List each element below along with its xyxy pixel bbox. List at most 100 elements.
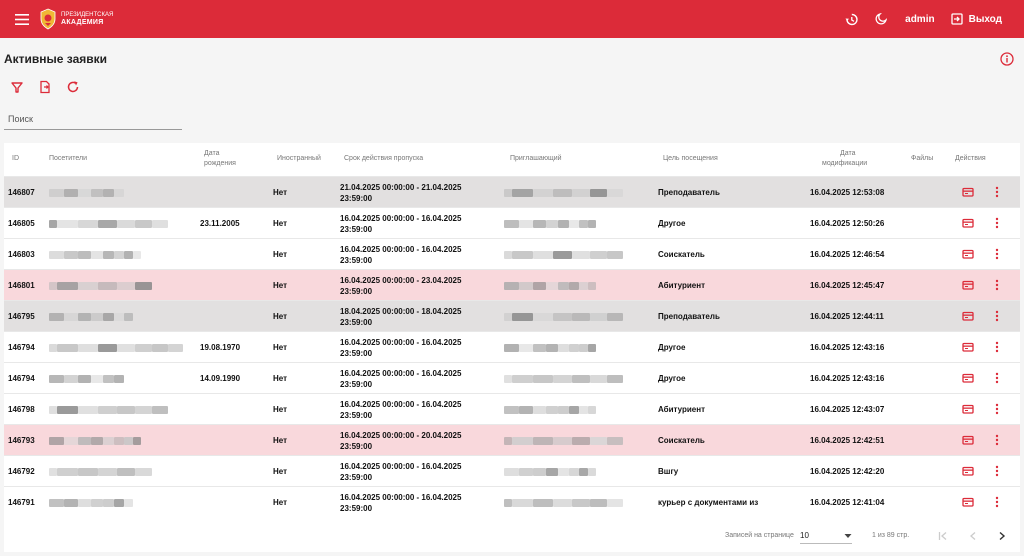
column-actions[interactable]: Действия bbox=[955, 155, 986, 162]
table-row[interactable]: 146795 Нет 18.04.2025 00:00:00 - 18.04.202… bbox=[4, 300, 1020, 331]
table-row[interactable]: 146801 Нет 16.04.2025 00:00:00 - 23.04.202… bbox=[4, 269, 1020, 300]
table-row[interactable]: 146798 Нет 16.04.2025 00:00:00 - 16.04.202… bbox=[4, 393, 1020, 424]
column-birth-date-line-2[interactable]: рождения bbox=[204, 160, 236, 167]
more-vertical-icon[interactable] bbox=[991, 248, 1003, 260]
column-inviter[interactable]: Приглашающий bbox=[510, 155, 562, 162]
pass-card-icon[interactable] bbox=[962, 372, 974, 384]
cell-id: 146791 bbox=[8, 498, 35, 507]
more-vertical-icon[interactable] bbox=[991, 217, 1003, 229]
pass-card-icon[interactable] bbox=[962, 341, 974, 353]
column-pass-period[interactable]: Срок действия пропуска bbox=[344, 155, 423, 162]
table-row[interactable]: 146793 Нет 16.04.2025 00:00:00 - 20.04.202… bbox=[4, 424, 1020, 455]
table-row[interactable]: 146803 Нет 16.04.2025 00:00:00 - 16.04.202… bbox=[4, 238, 1020, 269]
pass-period-start-end: 16.04.2025 00:00:00 - 16.04.2025 bbox=[340, 368, 462, 378]
table-row[interactable]: 146794 19.08.1970 Нет 16.04.2025 00:00:00 -… bbox=[4, 331, 1020, 362]
theme-toggle-button[interactable] bbox=[873, 11, 889, 27]
table-row[interactable]: 146792 Нет 16.04.2025 00:00:00 - 16.04.202… bbox=[4, 455, 1020, 486]
more-vertical-icon[interactable] bbox=[991, 341, 1003, 353]
cell-modified: 16.04.2025 12:42:20 bbox=[810, 467, 885, 476]
cell-pass-period: 16.04.2025 00:00:00 - 23.04.2025 23:59:00 bbox=[340, 270, 500, 301]
cell-visitors bbox=[49, 270, 199, 301]
search-input[interactable] bbox=[4, 108, 182, 130]
export-icon[interactable] bbox=[38, 80, 52, 94]
column-foreign[interactable]: Иностранный bbox=[277, 155, 321, 162]
rows-per-page-select[interactable]: 10 bbox=[800, 528, 852, 544]
next-page-button[interactable] bbox=[994, 528, 1010, 544]
redacted-text bbox=[49, 250, 189, 259]
table-row[interactable]: 146805 23.11.2005 Нет 16.04.2025 00:00:00 -… bbox=[4, 207, 1020, 238]
redacted-text bbox=[504, 250, 624, 259]
logout-button[interactable]: Выход bbox=[950, 13, 1002, 25]
pass-card-icon[interactable] bbox=[962, 403, 974, 415]
first-page-icon bbox=[938, 532, 947, 540]
column-birth-date-line-1[interactable]: Дата bbox=[204, 150, 220, 157]
table-header: ID Посетители Дата рождения Иностранный … bbox=[4, 143, 1020, 176]
cell-inviter bbox=[504, 487, 644, 518]
logo[interactable]: ПРЕЗИДЕНТСКАЯ АКАДЕМИЯ bbox=[39, 8, 113, 30]
cell-id: 146801 bbox=[8, 281, 35, 290]
table-row[interactable]: 146791 Нет 16.04.2025 00:00:00 - 16.04.202… bbox=[4, 486, 1020, 517]
more-vertical-icon[interactable] bbox=[991, 496, 1003, 508]
purpose-text: Преподаватель bbox=[658, 188, 720, 197]
refresh-icon[interactable] bbox=[66, 80, 80, 94]
filter-icon[interactable] bbox=[10, 80, 24, 94]
cell-birth-date: 23.11.2005 bbox=[200, 219, 240, 228]
cell-inviter bbox=[504, 332, 644, 363]
more-vertical-icon[interactable] bbox=[991, 465, 1003, 477]
pass-card-icon[interactable] bbox=[962, 310, 974, 322]
menu-button[interactable] bbox=[11, 8, 33, 30]
pass-card-icon[interactable] bbox=[962, 279, 974, 291]
rows-per-page-label: Записей на странице bbox=[725, 532, 794, 539]
more-vertical-icon[interactable] bbox=[991, 186, 1003, 198]
cell-purpose: Абитуриент bbox=[658, 270, 798, 301]
cell-visitors bbox=[49, 177, 199, 208]
column-files[interactable]: Файлы bbox=[911, 155, 933, 162]
pass-period-start-end: 16.04.2025 00:00:00 - 16.04.2025 bbox=[340, 244, 462, 254]
table-row[interactable]: 146794 14.09.1990 Нет 16.04.2025 00:00:00 -… bbox=[4, 362, 1020, 393]
cell-id: 146798 bbox=[8, 405, 35, 414]
column-purpose[interactable]: Цель посещения bbox=[663, 155, 718, 162]
more-vertical-icon[interactable] bbox=[991, 279, 1003, 291]
cell-inviter bbox=[504, 394, 644, 425]
cell-foreign: Нет bbox=[273, 436, 288, 445]
pass-card-icon[interactable] bbox=[962, 465, 974, 477]
cell-purpose: Соискатель bbox=[658, 239, 798, 270]
column-visitors[interactable]: Посетители bbox=[49, 155, 87, 162]
pass-card-icon[interactable] bbox=[962, 434, 974, 446]
cell-purpose: Другое bbox=[658, 363, 798, 394]
chevron-left-icon bbox=[970, 532, 976, 540]
pass-card-icon[interactable] bbox=[962, 248, 974, 260]
pass-period-end-time: 23:59:00 bbox=[340, 503, 373, 513]
column-modified-line-1[interactable]: Дата bbox=[840, 150, 856, 157]
cell-purpose: Другое bbox=[658, 332, 798, 363]
pass-period-start-end: 16.04.2025 00:00:00 - 16.04.2025 bbox=[340, 461, 462, 471]
more-vertical-icon[interactable] bbox=[991, 310, 1003, 322]
purpose-text: Соискатель bbox=[658, 250, 705, 259]
purpose-text: Абитуриент bbox=[658, 281, 705, 290]
cell-pass-period: 16.04.2025 00:00:00 - 16.04.2025 23:59:00 bbox=[340, 363, 500, 394]
cell-purpose: Вшгу bbox=[658, 456, 798, 487]
pass-card-icon[interactable] bbox=[962, 217, 974, 229]
info-icon[interactable] bbox=[1000, 52, 1014, 66]
column-id[interactable]: ID bbox=[12, 155, 19, 162]
pass-card-icon[interactable] bbox=[962, 186, 974, 198]
pass-card-icon[interactable] bbox=[962, 496, 974, 508]
pass-period-start-end: 18.04.2025 00:00:00 - 18.04.2025 bbox=[340, 306, 462, 316]
pass-period-end-time: 23:59:00 bbox=[340, 379, 373, 389]
more-vertical-icon[interactable] bbox=[991, 434, 1003, 446]
pass-period-start-end: 16.04.2025 00:00:00 - 16.04.2025 bbox=[340, 337, 462, 347]
more-vertical-icon[interactable] bbox=[991, 372, 1003, 384]
column-modified-line-2[interactable]: модификации bbox=[822, 160, 867, 167]
more-vertical-icon[interactable] bbox=[991, 403, 1003, 415]
table-row[interactable]: 146807 Нет 21.04.2025 00:00:00 - 21.04.202… bbox=[4, 176, 1020, 207]
first-page-button[interactable] bbox=[935, 528, 951, 544]
cell-modified: 16.04.2025 12:43:07 bbox=[810, 405, 885, 414]
history-button[interactable] bbox=[843, 11, 859, 27]
redacted-text bbox=[504, 405, 624, 414]
cell-foreign: Нет bbox=[273, 498, 288, 507]
cell-visitors bbox=[49, 239, 199, 270]
rows-per-page-value: 10 bbox=[800, 531, 809, 540]
cell-purpose: Преподаватель bbox=[658, 301, 798, 332]
prev-page-button[interactable] bbox=[965, 528, 981, 544]
user-name[interactable]: admin bbox=[905, 14, 934, 25]
